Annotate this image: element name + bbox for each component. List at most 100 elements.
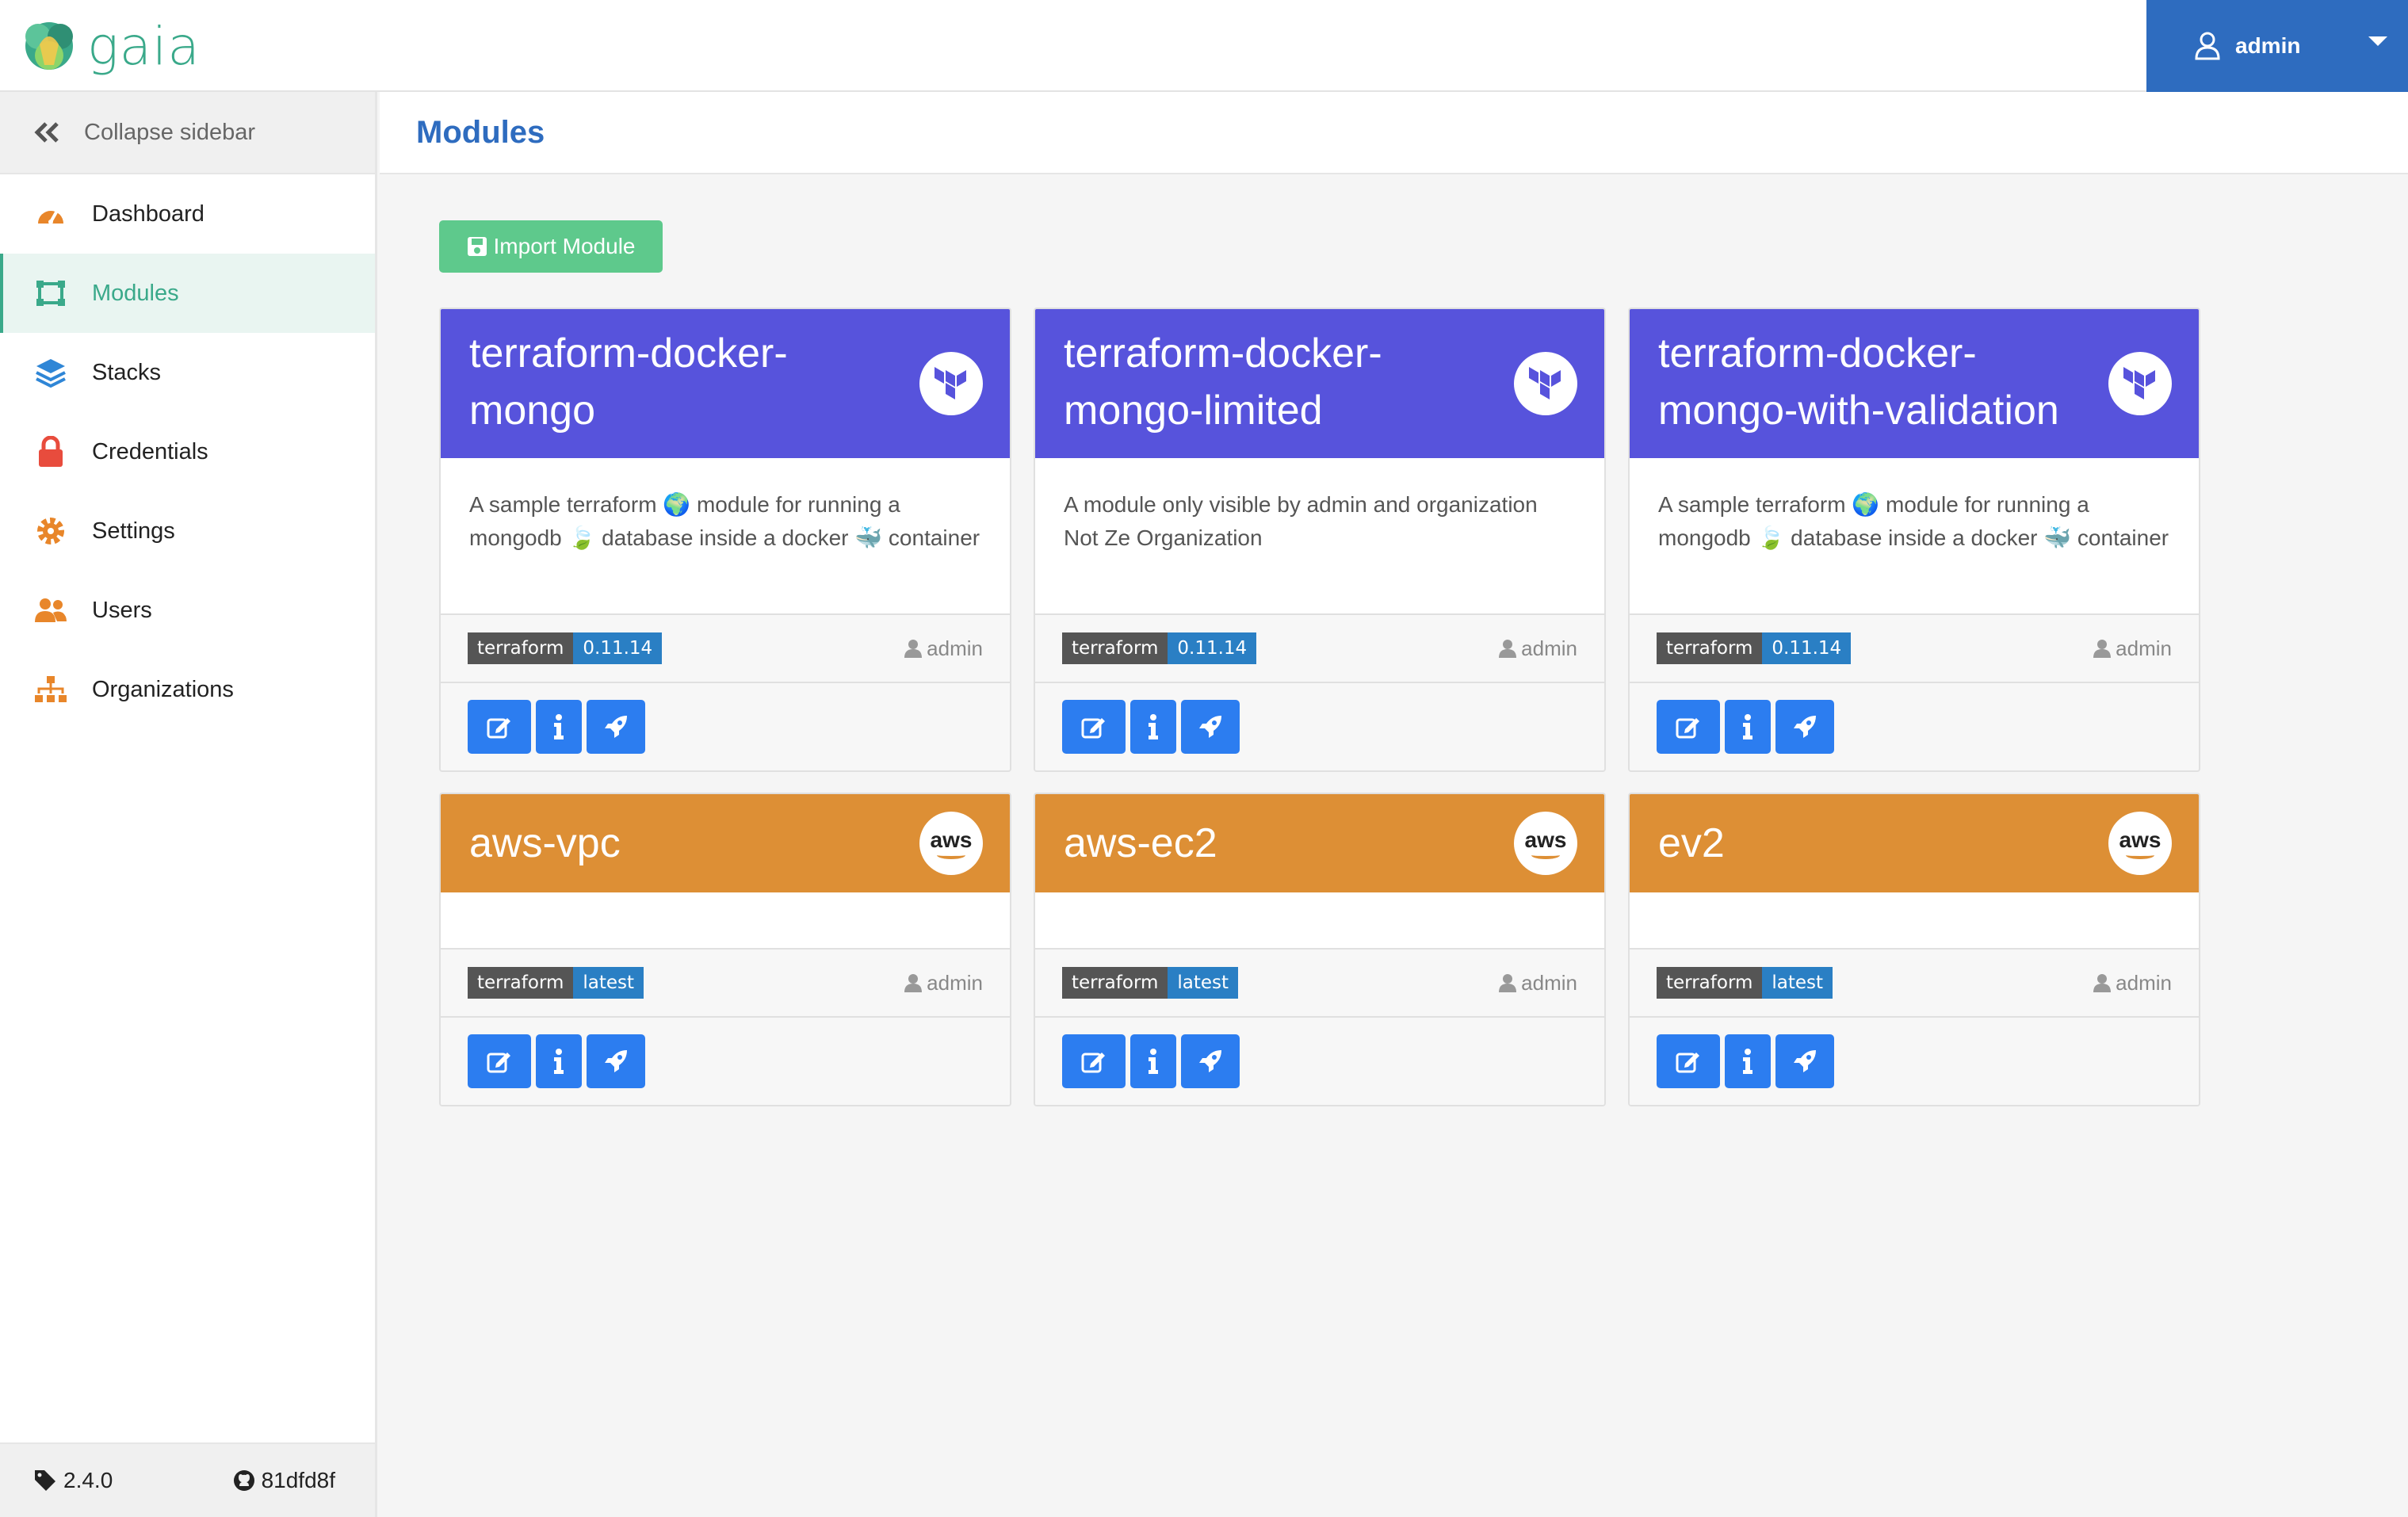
sidebar-item-users[interactable]: Users	[0, 571, 375, 650]
module-actions	[1630, 1018, 2199, 1105]
module-info-button[interactable]	[1725, 1034, 1771, 1088]
module-info-button[interactable]	[1130, 1034, 1176, 1088]
module-actions	[441, 683, 1010, 770]
edit-module-button[interactable]	[468, 1034, 531, 1088]
terraform-version-badge: terraform 0.11.14	[1062, 632, 1257, 664]
run-module-button[interactable]	[587, 700, 645, 754]
edit-module-button[interactable]	[1062, 1034, 1126, 1088]
aws-smile-icon	[1531, 851, 1560, 859]
module-actions	[1035, 683, 1604, 770]
module-info-button[interactable]	[1130, 700, 1176, 754]
brand-logo[interactable]: gaia	[16, 8, 201, 84]
user-name: admin	[2235, 33, 2301, 58]
edit-icon	[487, 1053, 510, 1073]
module-meta: terraform 0.11.14 admin	[1630, 615, 2199, 683]
module-info-button[interactable]	[536, 1034, 582, 1088]
sidebar-item-organizations[interactable]: Organizations	[0, 650, 375, 729]
module-owner: admin	[904, 971, 983, 995]
module-info-button[interactable]	[1725, 700, 1771, 754]
badge-value: latest	[573, 967, 644, 999]
user-menu-dropdown[interactable]: admin	[2146, 0, 2408, 92]
aws-logo: aws	[1514, 812, 1577, 875]
user-icon	[2093, 974, 2112, 992]
edit-icon	[1676, 1053, 1699, 1073]
aws-logo: aws	[2108, 812, 2172, 875]
commit-label: 81dfd8f	[261, 1468, 335, 1492]
module-actions	[441, 1018, 1010, 1105]
badge-value: 0.11.14	[1762, 632, 1852, 664]
edit-module-button[interactable]	[1657, 700, 1720, 754]
info-icon	[554, 1049, 564, 1074]
brand-name: gaia	[87, 15, 201, 77]
badge-value: latest	[1762, 967, 1833, 999]
terraform-logo	[919, 352, 983, 415]
module-info-button[interactable]	[536, 700, 582, 754]
module-card: ev2 aws terraform latest admin	[1628, 793, 2200, 1106]
badge-label: terraform	[1657, 967, 1763, 999]
edit-module-button[interactable]	[1657, 1034, 1720, 1088]
aws-logo-text: aws	[930, 827, 973, 852]
edit-module-button[interactable]	[1062, 700, 1126, 754]
aws-logo-text: aws	[2119, 827, 2161, 852]
import-module-label: Import Module	[493, 234, 636, 258]
run-module-button[interactable]	[1181, 700, 1240, 754]
sidebar-item-label: Organizations	[92, 676, 234, 702]
modules-icon	[33, 276, 68, 311]
aws-logo-text: aws	[1524, 827, 1567, 852]
version-label: 2.4.0	[63, 1468, 113, 1492]
sidebar-item-dashboard[interactable]: Dashboard	[0, 174, 375, 254]
run-module-button[interactable]	[1775, 700, 1834, 754]
owner-name: admin	[2116, 970, 2172, 995]
user-icon	[2195, 32, 2220, 60]
rocket-icon	[1199, 716, 1221, 738]
terraform-version-badge: terraform latest	[468, 967, 644, 999]
rocket-icon	[1794, 716, 1816, 738]
sidebar-item-label: Modules	[92, 280, 179, 306]
stacks-icon	[33, 355, 68, 390]
module-owner: admin	[904, 636, 983, 661]
module-name: ev2	[1658, 820, 1725, 866]
rocket-icon	[605, 1050, 627, 1072]
page-header: Modules	[380, 92, 2408, 174]
sidebar-item-settings[interactable]: Settings	[0, 491, 375, 571]
badge-label: terraform	[1062, 632, 1168, 664]
owner-name: admin	[1521, 970, 1577, 995]
module-name: aws-ec2	[1064, 820, 1217, 866]
sidebar-item-label: Stacks	[92, 359, 162, 385]
sidebar-item-stacks[interactable]: Stacks	[0, 333, 375, 412]
sidebar-item-credentials[interactable]: Credentials	[0, 412, 375, 491]
badge-value: latest	[1168, 967, 1239, 999]
module-description: A sample terraform 🌍 module for running …	[1630, 458, 2199, 615]
run-module-button[interactable]	[1775, 1034, 1834, 1088]
rocket-icon	[605, 716, 627, 738]
module-meta: terraform latest admin	[441, 950, 1010, 1018]
edit-module-button[interactable]	[468, 700, 531, 754]
module-owner: admin	[1499, 971, 1577, 995]
module-card-header: terraform-docker-mongo-with-validation	[1630, 309, 2199, 458]
sidebar-item-modules[interactable]: Modules	[0, 254, 375, 333]
edit-icon	[487, 718, 510, 739]
run-module-button[interactable]	[1181, 1034, 1240, 1088]
badge-label: terraform	[1657, 632, 1763, 664]
module-card: terraform-docker-mongo-with-validation A …	[1628, 308, 2200, 772]
sidebar-item-label: Credentials	[92, 438, 208, 464]
sidebar-footer: 2.4.0 81dfd8f	[0, 1442, 375, 1517]
module-card-header: aws-ec2 aws	[1035, 794, 1604, 892]
module-card-header: terraform-docker-mongo-limited	[1035, 309, 1604, 458]
user-icon	[1499, 640, 1517, 658]
run-module-button[interactable]	[587, 1034, 645, 1088]
badge-value: 0.11.14	[1168, 632, 1257, 664]
import-module-button[interactable]: Import Module	[439, 220, 663, 273]
badge-label: terraform	[468, 967, 574, 999]
module-description: A sample terraform 🌍 module for running …	[441, 458, 1010, 615]
terraform-version-badge: terraform 0.11.14	[1657, 632, 1852, 664]
commit-link[interactable]: 81dfd8f	[233, 1468, 335, 1493]
module-description	[1630, 892, 2199, 950]
module-actions	[1630, 683, 2199, 770]
sidebar-item-label: Users	[92, 597, 152, 623]
double-chevron-left-icon	[34, 122, 59, 143]
collapse-sidebar-button[interactable]: Collapse sidebar	[0, 92, 375, 174]
info-icon	[1149, 1049, 1158, 1074]
sidebar-item-label: Settings	[92, 518, 175, 544]
sidebar: Collapse sidebar Dashboard Modules Stack…	[0, 92, 377, 1517]
